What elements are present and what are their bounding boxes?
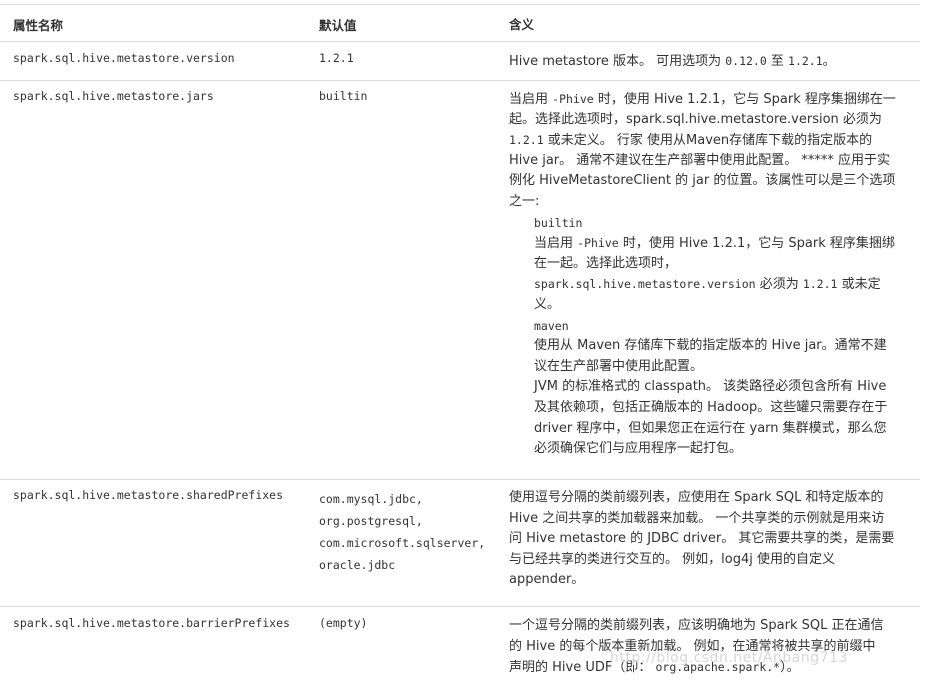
option-builtin-title: builtin [534,215,583,230]
property-description: 当启用 -Phive 时，使用 Hive 1.2.1，它与 Spark 程序集捆… [509,89,913,460]
option-list: builtin 当启用 -Phive 时，使用 Hive 1.2.1，它与 Sp… [509,213,913,460]
header-meaning: 含义 [509,17,535,32]
header-default-value: 默认值 [319,18,357,33]
default-value: 1.2.1 [319,51,354,65]
row-divider [0,479,920,480]
property-description: 使用逗号分隔的类前缀列表，应使用在 Spark SQL 和特定版本的 Hive … [509,490,895,588]
table-top-border [0,4,920,5]
property-name: spark.sql.hive.metastore.barrierPrefixes [13,616,290,630]
property-name: spark.sql.hive.metastore.version [13,51,235,65]
header-property-name: 属性名称 [13,18,64,33]
watermark: http://blog.csdn.net/Anbang713 [610,650,848,666]
property-name: spark.sql.hive.metastore.sharedPrefixes [13,488,284,502]
property-description: 一个逗号分隔的类前缀列表，应该明确地为 Spark SQL 正在通信 的 Hiv… [509,618,884,676]
default-value-list: com.mysql.jdbc, org.postgresql, com.micr… [319,492,486,572]
row-divider [0,80,920,81]
property-name: spark.sql.hive.metastore.jars [13,89,214,103]
default-value: builtin [319,89,368,103]
option-maven-title: maven [534,318,569,333]
default-value: (empty) [319,616,368,630]
property-description: Hive metastore 版本。 可用选项为 0.12.0 至 1.2.1。 [509,54,836,69]
header-divider [0,41,920,42]
row-divider [0,606,920,607]
